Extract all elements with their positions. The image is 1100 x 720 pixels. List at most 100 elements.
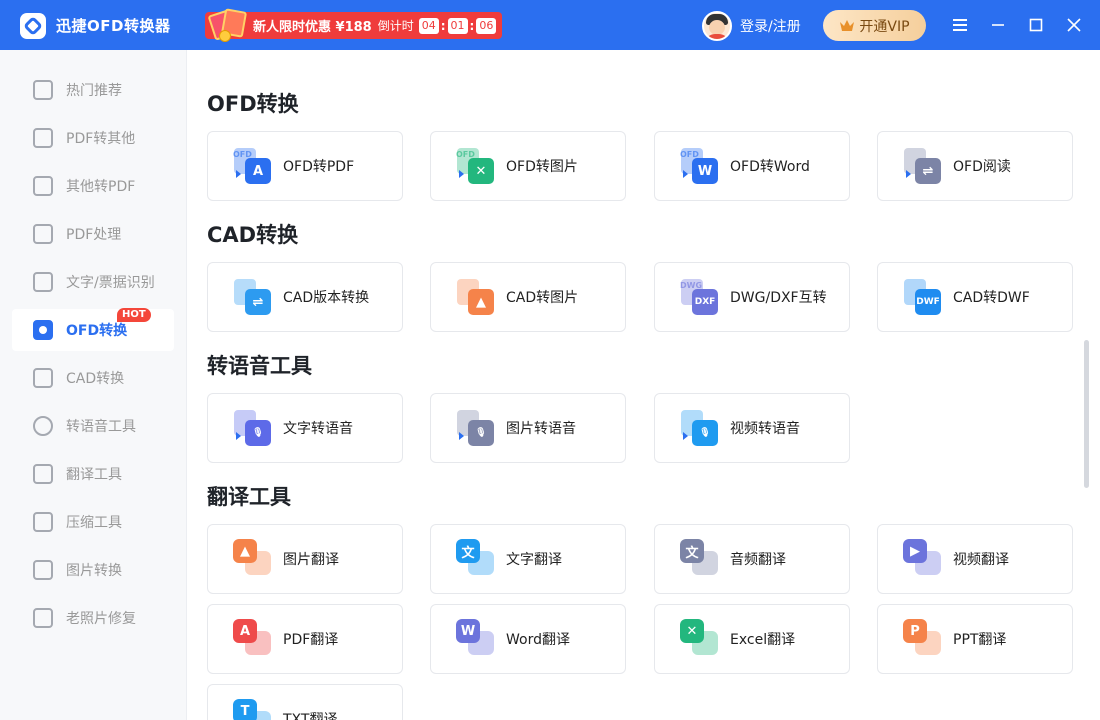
tool-card-label: 文字转语音 (283, 421, 353, 437)
tool-icon: OFD ✕ (456, 146, 496, 186)
sidebar-item-label: OFD转换 (66, 323, 128, 339)
tool-card[interactable]: DWG DXF DWG/DXF互转 (654, 262, 850, 332)
portrait-icon (33, 608, 53, 628)
tool-card-label: OFD转Word (730, 159, 810, 175)
tool-card[interactable]: OFD W OFD转Word (654, 131, 850, 201)
ticket-icon (33, 272, 53, 292)
sidebar-item-label: 图片转换 (66, 563, 122, 579)
tool-card[interactable]: 文音频翻译 (654, 524, 850, 594)
countdown-minutes: 01 (447, 17, 468, 34)
app-logo-icon (20, 13, 46, 39)
pdf-icon (33, 128, 53, 148)
sidebar-item-label: PDF转其他 (66, 131, 136, 147)
sidebar-item-pdf-to-other[interactable]: PDF转其他 (12, 117, 174, 159)
tool-card[interactable]: 🎙 视频转语音 (654, 393, 850, 463)
tool-icon: ▶ (903, 539, 943, 579)
tool-card-label: 音频翻译 (730, 552, 786, 568)
tool-icon: ▲ (233, 539, 273, 579)
section-title-tts: 转语音工具 (207, 354, 312, 378)
tool-card[interactable]: 🎙 图片转语音 (430, 393, 626, 463)
hot-badge: HOT (117, 308, 151, 322)
sidebar-item-label: 其他转PDF (66, 179, 136, 195)
sidebar-item-compress[interactable]: 压缩工具 (12, 501, 174, 543)
tool-card[interactable]: P PPT翻译 (877, 604, 1073, 674)
tool-card-label: OFD阅读 (953, 159, 1011, 175)
tool-card-label: DWG/DXF互转 (730, 290, 827, 306)
close-icon[interactable] (1064, 15, 1084, 35)
edit-document-icon (33, 224, 53, 244)
tool-card[interactable]: ▶ 视频翻译 (877, 524, 1073, 594)
sidebar-item-other-to-pdf[interactable]: 其他转PDF (12, 165, 174, 207)
sidebar-item-pdf-process[interactable]: PDF处理 (12, 213, 174, 255)
tool-icon: 🎙 (456, 408, 496, 448)
tool-icon: OFD W (680, 146, 720, 186)
tool-card[interactable]: T TXT翻译 (207, 684, 403, 720)
tool-card-label: 文字翻译 (506, 552, 562, 568)
countdown-hours: 04 (418, 17, 439, 34)
tool-icon: 🎙 (680, 408, 720, 448)
avatar[interactable] (702, 11, 732, 41)
countdown-label: 倒计时 (377, 19, 414, 33)
tool-card[interactable]: 文文字翻译 (430, 524, 626, 594)
promo-text: 新人限时优惠 ¥188 (253, 20, 372, 35)
sidebar-item-ofd[interactable]: OFD转换 HOT (12, 308, 174, 351)
sidebar-item-cad[interactable]: CAD转换 (12, 357, 174, 399)
compress-icon (33, 512, 53, 532)
translate-icon (33, 464, 53, 484)
cad-icon (33, 368, 53, 388)
sidebar-item-hot[interactable]: 热门推荐 (12, 69, 174, 111)
tool-card-label: 图片转语音 (506, 421, 576, 437)
tool-icon: OFD A (233, 146, 273, 186)
sidebar-item-label: 翻译工具 (66, 467, 122, 483)
title-bar: 迅捷OFD转换器 新人限时优惠 ¥188 倒计时 04: 01: 06 登录/注… (0, 0, 1100, 50)
tool-icon: 文 (680, 539, 720, 579)
tool-card[interactable]: ⇌ CAD版本转换 (207, 262, 403, 332)
tool-card[interactable]: ⇌ OFD阅读 (877, 131, 1073, 201)
tool-icon: 🎙 (233, 408, 273, 448)
tool-icon: A (233, 619, 273, 659)
sidebar-item-ocr[interactable]: 文字/票据识别 (12, 261, 174, 303)
scrollbar[interactable] (1084, 340, 1089, 488)
tool-card-label: CAD转DWF (953, 290, 1030, 306)
sound-wave-icon (33, 416, 53, 436)
tool-card[interactable]: A PDF翻译 (207, 604, 403, 674)
minimize-icon[interactable] (988, 15, 1008, 35)
tool-card[interactable]: ✕ Excel翻译 (654, 604, 850, 674)
maximize-icon[interactable] (1026, 15, 1046, 35)
tool-card[interactable]: ▲ CAD转图片 (430, 262, 626, 332)
tool-icon: DWF (903, 277, 943, 317)
tool-card[interactable]: OFD A OFD转PDF (207, 131, 403, 201)
tool-card-label: PPT翻译 (953, 632, 1007, 648)
tool-card[interactable]: DWF CAD转DWF (877, 262, 1073, 332)
vip-label: 开通VIP (859, 18, 910, 35)
tool-card-label: CAD版本转换 (283, 290, 370, 306)
tool-card-label: Excel翻译 (730, 632, 796, 648)
menu-icon[interactable] (950, 15, 970, 35)
tool-icon: ⇌ (903, 146, 943, 186)
sidebar-item-translate[interactable]: 翻译工具 (12, 453, 174, 495)
tool-card[interactable]: OFD ✕ OFD转图片 (430, 131, 626, 201)
countdown: 倒计时 04: 01: 06 (378, 17, 499, 34)
sidebar-item-photo-repair[interactable]: 老照片修复 (12, 597, 174, 639)
app-title: 迅捷OFD转换器 (56, 17, 171, 35)
tool-icon: T (233, 699, 273, 720)
flame-icon (33, 80, 53, 100)
sidebar-item-label: CAD转换 (66, 371, 125, 387)
login-register-link[interactable]: 登录/注册 (740, 16, 801, 36)
sidebar-item-image[interactable]: 图片转换 (12, 549, 174, 591)
promo-banner[interactable]: 新人限时优惠 ¥188 倒计时 04: 01: 06 (205, 8, 502, 42)
tool-card[interactable]: W Word翻译 (430, 604, 626, 674)
tool-icon: W (456, 619, 496, 659)
section-title-translate: 翻译工具 (207, 485, 291, 509)
open-vip-button[interactable]: 开通VIP (823, 10, 926, 41)
tool-card[interactable]: 🎙 文字转语音 (207, 393, 403, 463)
tool-icon: 文 (456, 539, 496, 579)
tool-icon: ✕ (680, 619, 720, 659)
red-envelope-icon (207, 6, 248, 42)
tool-card-label: 图片翻译 (283, 552, 339, 568)
tool-card-label: Word翻译 (506, 632, 570, 648)
section-title-ofd: OFD转换 (207, 92, 299, 116)
crown-icon (840, 20, 855, 31)
tool-card[interactable]: ▲ 图片翻译 (207, 524, 403, 594)
sidebar-item-tts[interactable]: 转语音工具 (12, 405, 174, 447)
